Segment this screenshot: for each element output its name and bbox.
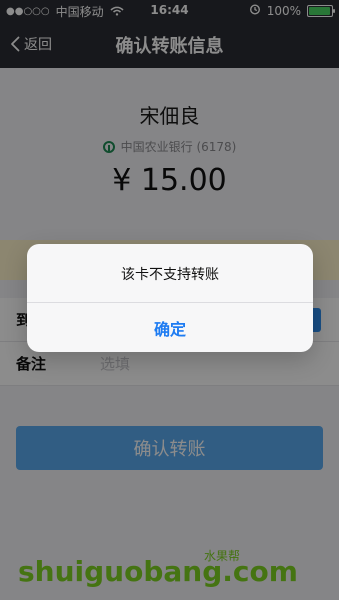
alert-ok-button[interactable]: 确定 bbox=[27, 303, 313, 352]
transfer-confirm-screen: ●●○○○ 中国移动 16:44 100% 返回 确认转账信息 宋佃良 中国农业… bbox=[0, 0, 339, 600]
alert-dialog: 该卡不支持转账 确定 bbox=[27, 244, 313, 352]
alert-message: 该卡不支持转账 bbox=[121, 267, 219, 283]
